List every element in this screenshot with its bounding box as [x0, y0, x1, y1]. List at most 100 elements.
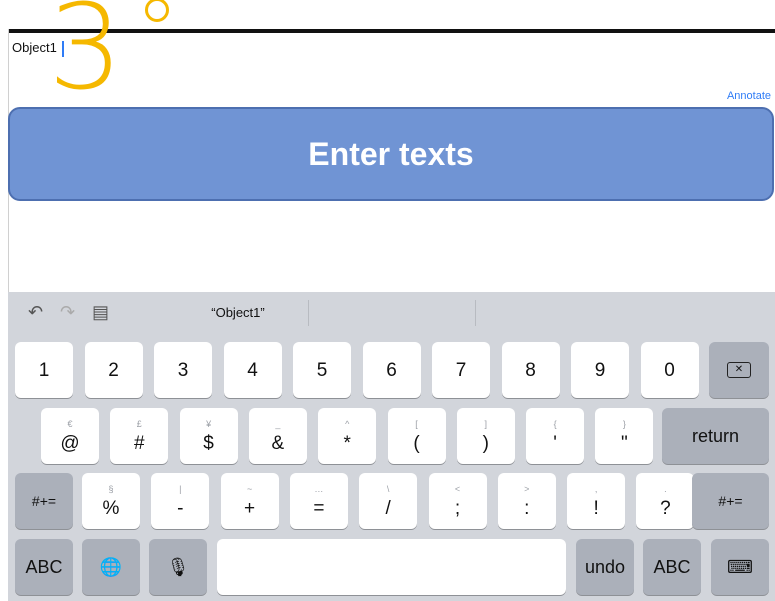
key-)[interactable]: ]) [456, 408, 515, 464]
backspace-icon: ✕ [727, 362, 751, 378]
globe-key[interactable]: 🌐 [82, 539, 140, 595]
key-label: = [313, 497, 325, 519]
key-4[interactable]: 4 [223, 342, 282, 398]
key-2[interactable]: 2 [84, 342, 143, 398]
key-alt-label: < [454, 483, 461, 494]
key-alt-label: £ [136, 418, 142, 429]
key-label: return [691, 425, 740, 446]
key-=[interactable]: … = [289, 473, 348, 529]
key-%[interactable]: §% [82, 473, 140, 529]
key-label: ABC [25, 556, 63, 577]
keyboard-hide-icon: ⌨ [727, 556, 753, 577]
autocorrect-suggestion[interactable]: “Object1” [188, 305, 288, 320]
key-@[interactable]: € @ [41, 408, 99, 464]
key-label: % [102, 497, 120, 519]
globe-icon: 🌐 [99, 556, 123, 577]
key-label: #+= [31, 493, 57, 509]
key-label: 0 [664, 359, 675, 381]
microphone-icon: 🎙 [166, 556, 190, 577]
key-?[interactable]: .? [636, 473, 695, 529]
key-$[interactable]: ¥ $ [179, 408, 238, 464]
key-8[interactable]: 8 [501, 342, 560, 398]
key-label: 4 [247, 359, 258, 381]
step-number: 3 [48, 0, 124, 116]
key-+[interactable]: ~ + [220, 473, 279, 529]
key-label: 5 [316, 359, 328, 381]
key-5[interactable]: 5 [293, 342, 351, 398]
key-alt-label: ¥ [206, 418, 212, 429]
step-degree-mark [145, 0, 169, 22]
key-label: " [621, 432, 628, 454]
key-alt-label: § [108, 483, 114, 494]
delete-key[interactable]: ✕ [709, 342, 769, 398]
key-label: ) [482, 432, 489, 454]
symbols-key-right[interactable]: #+= [692, 473, 769, 529]
key-![interactable]: ,! [567, 473, 626, 529]
key-*[interactable]: ^ * [318, 408, 377, 464]
hide-keyboard-key[interactable]: ⌨ [711, 539, 769, 595]
key-label: # [134, 432, 145, 454]
undo-key[interactable]: undo [576, 539, 634, 595]
key-&[interactable]: _ & [248, 408, 307, 464]
abc-key-left[interactable]: ABC [15, 539, 73, 595]
key-0[interactable]: 0 [640, 342, 699, 398]
key-/[interactable]: \ / [359, 473, 418, 529]
key-alt-label: . [664, 483, 667, 494]
key-alt-label: { [553, 418, 557, 429]
key-9[interactable]: 9 [571, 342, 629, 398]
key-label: ' [553, 432, 557, 454]
key-label: 7 [455, 359, 467, 381]
key-label: : [524, 497, 530, 519]
redo-arrow-icon[interactable]: ↷ [60, 302, 75, 323]
key-alt-label: ^ [345, 418, 350, 429]
key-label: 8 [525, 359, 536, 381]
key-label: ; [454, 497, 461, 519]
key-label: * [343, 432, 351, 454]
key--[interactable]: | - [151, 473, 210, 529]
key-alt-label: ] [484, 418, 488, 429]
instruction-banner: Enter texts [8, 107, 774, 201]
key-"[interactable]: } " [595, 408, 654, 464]
key-label: @ [60, 432, 80, 454]
key-alt-label: , [594, 483, 598, 494]
onscreen-keyboard: ↶ ↷ ▤ “Object1” 1 2 3 4 5 6 7 8 9 0 ✕ € @ £ # ¥ $ _ & ^ *[(]… [8, 292, 775, 601]
key-1[interactable]: 1 [15, 342, 73, 398]
return-key[interactable]: return [662, 408, 769, 464]
key-label: $ [203, 432, 214, 454]
undo-arrow-icon[interactable]: ↶ [28, 302, 43, 323]
key-label: ! [593, 497, 599, 519]
key-alt-label: > [524, 483, 530, 494]
key-label: & [271, 432, 285, 454]
dictation-key[interactable]: 🎙 [149, 539, 207, 595]
key-#[interactable]: £ # [110, 408, 169, 464]
key-6[interactable]: 6 [362, 342, 421, 398]
key-3[interactable]: 3 [154, 342, 212, 398]
key-label: ? [660, 497, 671, 519]
key-alt-label: \ [386, 483, 390, 494]
key-alt-label: } [622, 418, 626, 429]
key-label: #+= [718, 493, 743, 509]
suggestion-divider [475, 300, 476, 326]
symbols-key-left[interactable]: #+= [15, 473, 73, 529]
key-7[interactable]: 7 [432, 342, 490, 398]
key-label: ABC [653, 556, 691, 577]
key-label: 2 [108, 359, 119, 381]
key-alt-label: | [179, 483, 182, 494]
clipboard-icon[interactable]: ▤ [92, 302, 109, 323]
key-alt-label: € [67, 418, 73, 429]
key-label: 1 [38, 359, 50, 381]
suggestion-divider [308, 300, 309, 326]
keyboard-toolbar: ↶ ↷ ▤ “Object1” [8, 292, 775, 334]
key-:[interactable]: >: [497, 473, 556, 529]
key-alt-label: … [314, 483, 324, 494]
key-([interactable]: [( [387, 408, 446, 464]
space-bar[interactable] [217, 539, 566, 595]
key-label: + [244, 497, 256, 519]
key-alt-label: ~ [246, 483, 253, 494]
key-label: / [385, 497, 391, 519]
key-'[interactable]: {' [526, 408, 585, 464]
key-;[interactable]: <; [428, 473, 487, 529]
key-alt-label: _ [275, 418, 281, 429]
abc-key-right[interactable]: ABC [643, 539, 701, 595]
annotate-link[interactable]: Annotate [727, 90, 771, 102]
